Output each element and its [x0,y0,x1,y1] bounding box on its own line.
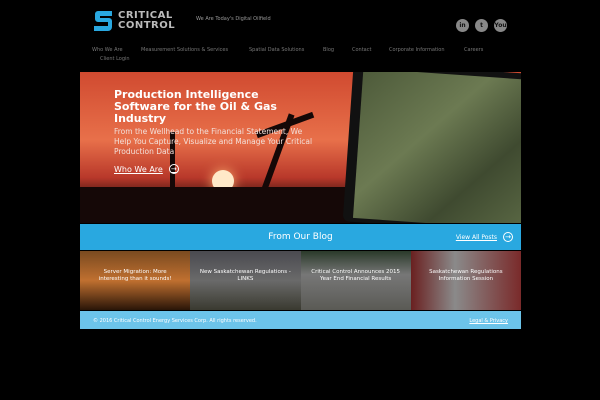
nav-measurement[interactable]: Measurement Solutions & Services [141,47,228,53]
who-we-are-link[interactable]: Who We Are → [114,164,179,174]
view-all-posts-link[interactable]: View All Posts → [456,232,513,242]
blog-post-title: Server Migration: More interesting than … [98,268,172,282]
blog-tiles: Server Migration: More interesting than … [80,251,521,310]
blog-post-tile[interactable]: Saskatchewan Regulations Information Ses… [410,251,521,310]
blog-post-title: New Saskatchewan Regulations - LINKS [199,268,291,282]
arrow-right-icon: → [168,164,179,174]
hero-banner: Production Intelligence Software for the… [80,72,521,223]
blog-bar: From Our Blog View All Posts → [80,224,521,250]
map-screenshot [352,72,521,223]
social-links: in t You [456,19,507,32]
blog-post-title: Critical Control Announces 2015 Year End… [311,268,400,282]
logo-mark-icon [94,11,112,31]
blog-post-tile[interactable]: Server Migration: More interesting than … [80,251,191,310]
linkedin-icon[interactable]: in [456,19,469,32]
hero-title: Production Intelligence Software for the… [114,88,277,125]
arrow-right-icon: → [503,232,513,242]
footer: © 2016 Critical Control Energy Services … [80,311,521,329]
blog-post-title: Saskatchewan Regulations Information Ses… [429,268,503,282]
view-all-label: View All Posts [455,233,497,241]
blog-post-tile[interactable]: New Saskatchewan Regulations - LINKS [190,251,301,310]
logo[interactable]: CRITICAL CONTROL [92,8,175,34]
youtube-icon[interactable]: You [494,19,507,32]
copyright: © 2016 Critical Control Energy Services … [93,318,257,324]
ground-silhouette [80,187,350,223]
who-we-are-label: Who We Are [114,164,163,174]
legal-privacy-link[interactable]: Legal & Privacy [469,318,508,324]
hero-subtitle: From the Wellhead to the Financial State… [114,127,313,156]
logo-text-line2: CONTROL [118,20,176,31]
nav-client-login[interactable]: Client Login [100,56,130,62]
nav-who-we-are[interactable]: Who We Are [92,47,123,53]
nav-contact[interactable]: Contact [352,47,371,53]
twitter-icon[interactable]: t [475,19,488,32]
nav-spatial[interactable]: Spatial Data Solutions [249,47,304,53]
nav-corporate[interactable]: Corporate Information [389,47,445,53]
nav-blog[interactable]: Blog [323,47,334,53]
blog-post-tile[interactable]: Critical Control Announces 2015 Year End… [300,251,411,310]
nav-careers[interactable]: Careers [464,47,483,53]
tagline: We Are Today's Digital Oilfield [196,16,271,22]
